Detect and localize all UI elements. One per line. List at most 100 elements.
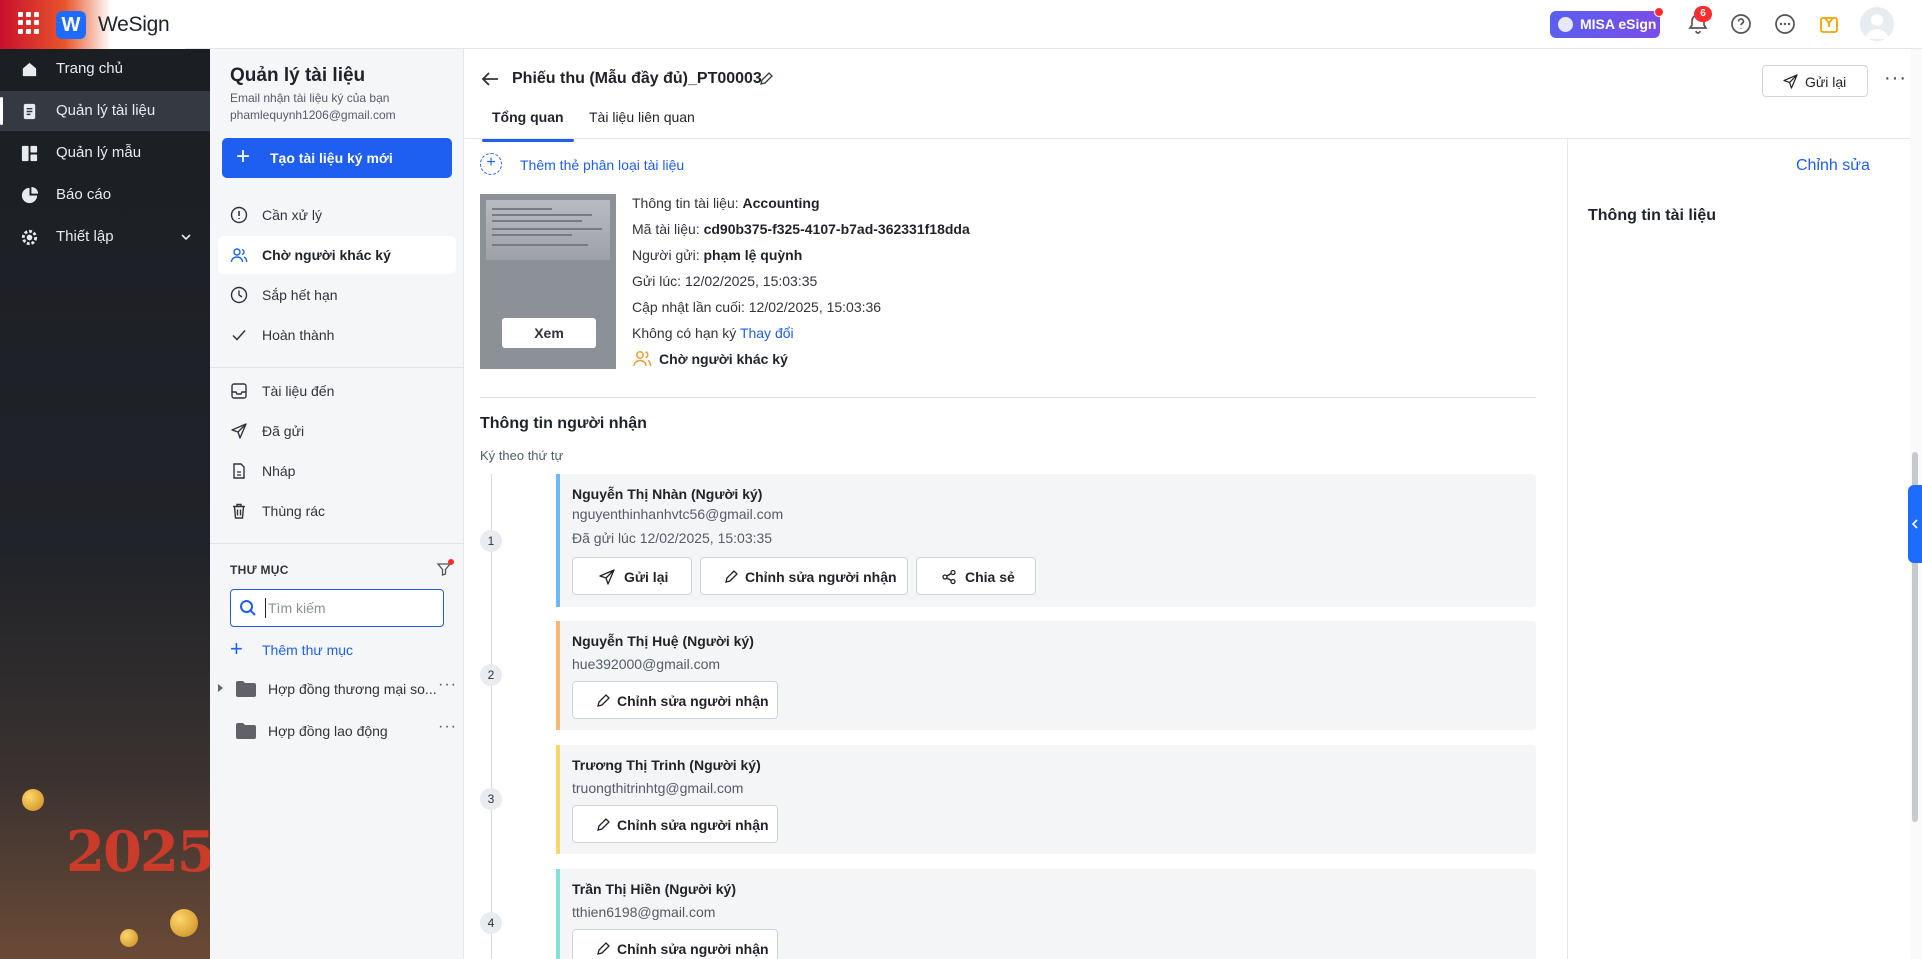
info-sender-label: Người gửi:	[632, 247, 700, 263]
folder-icon	[236, 723, 256, 739]
email-note-label: Email nhận tài liệu ký của bạn	[230, 91, 390, 105]
gift-lantern-icon[interactable]	[1817, 12, 1841, 36]
sidebar-item-templates[interactable]: Quản lý mẫu	[0, 133, 210, 173]
chat-icon[interactable]	[1773, 12, 1797, 36]
pencil-icon	[597, 942, 610, 955]
filter-icon[interactable]	[436, 559, 454, 577]
info-deadline: Không có hạn ký Thay đổi	[632, 325, 794, 341]
misa-logo-icon	[1558, 17, 1573, 32]
document-detail: Phiếu thu (Mẫu đầy đủ)_PT00003 Gửi lại ·…	[464, 49, 1922, 959]
deadline-text: Không có hạn ký	[632, 325, 737, 341]
panel-collapse-toggle[interactable]	[1908, 485, 1922, 563]
subnav-item-trash[interactable]: Thùng rác	[218, 492, 456, 530]
folder-item[interactable]: Hợp đồng lao động ···	[210, 714, 464, 748]
recipient-email: truongthitrinhtg@gmail.com	[572, 780, 744, 796]
check-icon	[232, 330, 246, 341]
more-icon[interactable]: ···	[438, 718, 457, 736]
edit-recipient-label: Chỉnh sửa người nhận	[617, 817, 769, 833]
plus-circle-icon: +	[480, 153, 502, 175]
sidebar-item-home[interactable]: Trang chủ	[0, 49, 210, 89]
recipient-email: nguyenthinhanhvtc56@gmail.com	[572, 506, 784, 522]
gear-icon	[21, 229, 38, 246]
document-icon	[23, 103, 36, 120]
subnav-item-inbox[interactable]: Tài liệu đến	[218, 372, 456, 410]
create-document-label: Tạo tài liệu ký mới	[270, 150, 393, 166]
edit-recipient-label: Chỉnh sửa người nhận	[617, 941, 769, 957]
app-launcher-icon[interactable]	[18, 12, 40, 34]
edit-info-link[interactable]: Chỉnh sửa	[1796, 157, 1870, 175]
users-icon	[633, 351, 652, 367]
folder-label: Hợp đồng lao động	[268, 723, 388, 739]
step-number: 3	[480, 788, 502, 810]
send-icon	[231, 423, 247, 439]
recipient-card: Trần Thị Hiền (Người ký) tthien6198@gmai…	[556, 869, 1536, 959]
info-sent-at: Gửi lúc: 12/02/2025, 15:03:35	[632, 273, 818, 289]
pencil-icon[interactable]	[758, 71, 774, 87]
subnav-item-draft[interactable]: Nháp	[218, 452, 456, 490]
sidebar-item-documents[interactable]: Quản lý tài liệu	[0, 91, 210, 131]
resend-recipient-button[interactable]: Gửi lại	[572, 557, 692, 595]
folder-item[interactable]: Hợp đồng thương mại so... ···	[210, 672, 464, 706]
edit-recipient-button[interactable]: Chỉnh sửa người nhận	[572, 929, 778, 959]
document-preview-image	[486, 200, 610, 260]
pencil-icon	[725, 570, 738, 583]
edit-recipient-button[interactable]: Chỉnh sửa người nhận	[700, 557, 908, 595]
send-icon	[1783, 74, 1798, 89]
notification-count: 6	[1694, 6, 1712, 22]
signing-order-note: Ký theo thứ tự	[480, 448, 564, 463]
app-name[interactable]: WeSign	[98, 13, 170, 37]
share-label: Chia sẻ	[965, 569, 1015, 585]
recipient-email: tthien6198@gmail.com	[572, 904, 716, 920]
sidebar-item-label: Trang chủ	[56, 60, 123, 77]
sidebar-item-settings[interactable]: Thiết lập	[0, 217, 210, 257]
alert-circle-icon	[230, 206, 248, 224]
wesign-logo[interactable]: W	[56, 11, 86, 39]
more-options-icon[interactable]: ···	[1884, 67, 1907, 90]
create-document-button[interactable]: + Tạo tài liệu ký mới	[222, 138, 452, 178]
expand-caret-icon[interactable]	[218, 684, 223, 692]
sidebar-item-label: Thiết lập	[56, 228, 114, 245]
subnav-item-waiting-others[interactable]: Chờ người khác ký	[218, 236, 456, 274]
change-deadline-link[interactable]: Thay đổi	[740, 325, 794, 341]
subnav-item-sent[interactable]: Đã gửi	[218, 412, 456, 450]
tab-related-documents[interactable]: Tài liệu liên quan	[589, 109, 695, 139]
sidebar-item-reports[interactable]: Báo cáo	[0, 175, 210, 215]
edit-recipient-button[interactable]: Chỉnh sửa người nhận	[572, 681, 778, 719]
avatar[interactable]	[1860, 7, 1894, 41]
folder-search-input[interactable]	[265, 598, 435, 618]
subnav-item-completed[interactable]: Hoàn thành	[218, 316, 456, 354]
share-button[interactable]: Chia sẻ	[916, 557, 1036, 595]
recipient-card: Nguyễn Thị Nhàn (Người ký) nguyenthinhan…	[556, 474, 1536, 607]
subnav-item-expiring[interactable]: Sắp hết hạn	[218, 276, 456, 314]
clock-icon	[230, 286, 248, 304]
document-thumbnail[interactable]: Xem	[480, 194, 616, 369]
help-icon[interactable]	[1729, 12, 1753, 36]
resend-button[interactable]: Gửi lại	[1762, 65, 1868, 97]
misa-esign-badge[interactable]: MISA eSign	[1550, 7, 1664, 38]
users-icon	[230, 248, 248, 263]
recipient-name: Trần Thị Hiền (Người ký)	[572, 881, 736, 897]
recipient-email: hue392000@gmail.com	[572, 656, 721, 672]
folder-search[interactable]	[230, 589, 444, 627]
subnav-item-label: Chờ người khác ký	[262, 247, 391, 263]
decorative-year: 2025	[66, 819, 216, 885]
file-icon	[233, 463, 245, 479]
subnav-item-label: Cần xử lý	[262, 207, 322, 223]
more-icon[interactable]: ···	[438, 676, 457, 694]
subnav-item-need-action[interactable]: Cần xử lý	[218, 196, 456, 234]
decorative-coin	[22, 789, 44, 811]
template-icon	[21, 145, 38, 162]
step-number: 2	[480, 664, 502, 686]
info-sender: Người gửi: phạm lệ quỳnh	[632, 247, 802, 263]
sidebar-item-label: Quản lý mẫu	[56, 144, 142, 161]
back-arrow-icon[interactable]	[480, 69, 500, 89]
edit-recipient-button[interactable]: Chỉnh sửa người nhận	[572, 805, 778, 843]
recipient-color-bar	[556, 745, 560, 854]
recipient-card: Nguyễn Thị Huệ (Người ký) hue392000@gmai…	[556, 621, 1536, 730]
step-number: 4	[480, 912, 502, 934]
misa-badge-dot	[1654, 7, 1664, 17]
view-button[interactable]: Xem	[502, 318, 596, 348]
tab-overview[interactable]: Tổng quan	[482, 109, 574, 142]
decorative-coin	[170, 909, 198, 937]
plus-icon: +	[236, 143, 251, 170]
